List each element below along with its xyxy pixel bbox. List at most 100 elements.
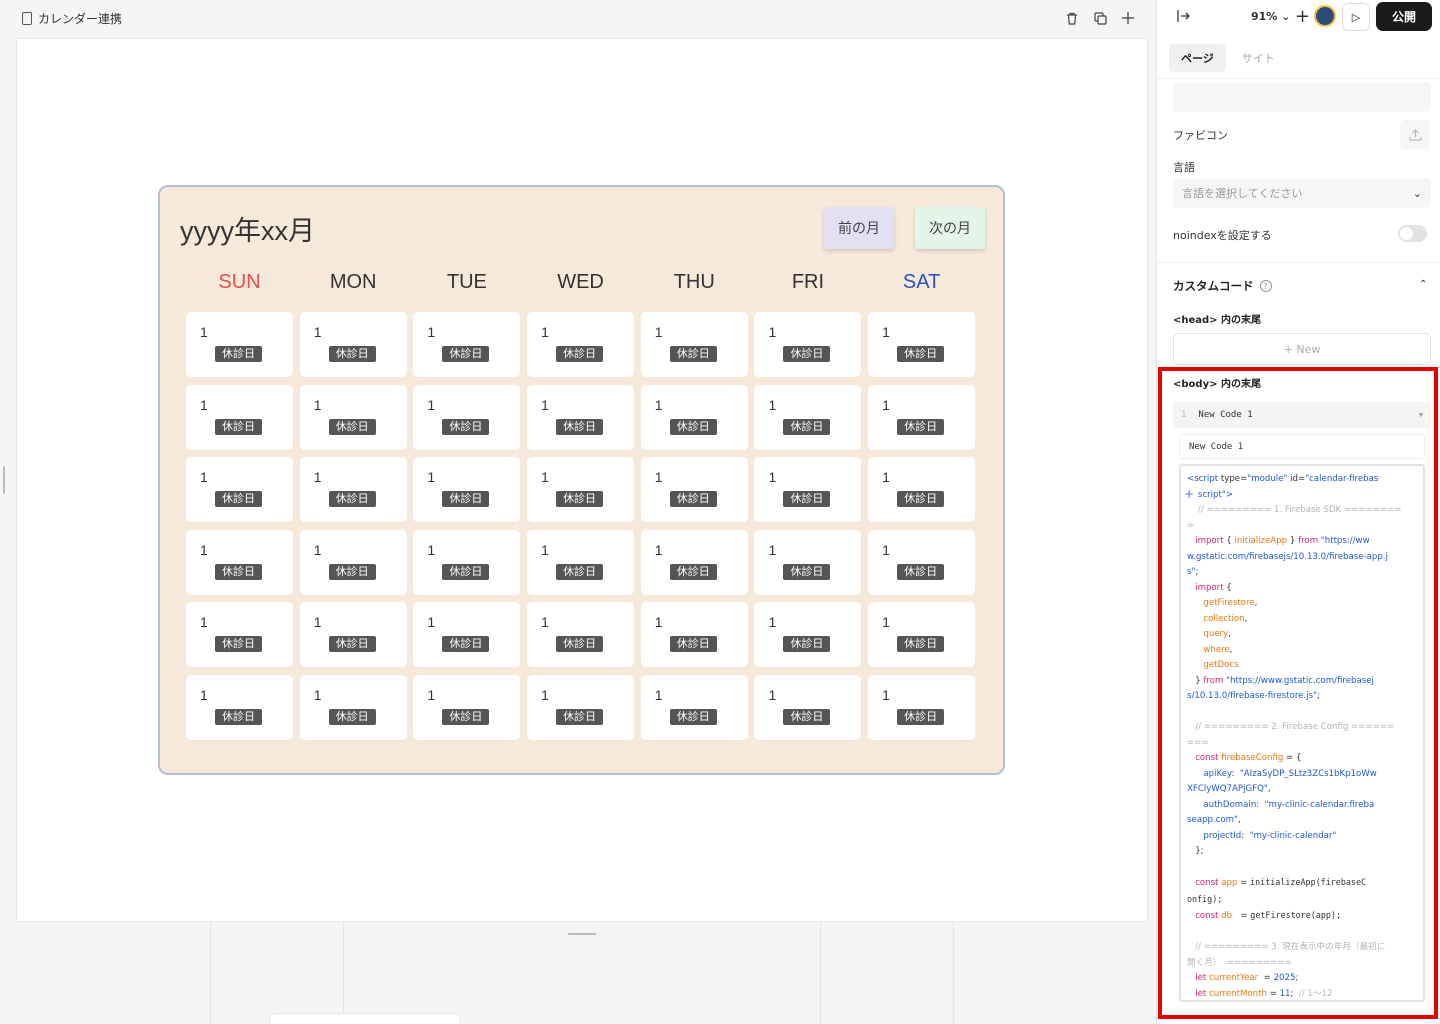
calendar-day-cell[interactable]: 1 休診日 [299,457,407,522]
calendar-day-cell[interactable]: 1 休診日 [186,457,293,522]
custom-code-title: カスタムコード ? [1173,278,1272,294]
calendar-day-cell[interactable]: 1 休診日 [413,529,521,595]
calendar-day-cell[interactable]: 1 休診日 [186,384,293,450]
calendar-day-cell[interactable]: 1 休診日 [299,312,407,377]
day-number: 1 [427,396,436,413]
page-label[interactable]: カレンダー連携 [22,10,122,27]
closed-badge: 休診日 [669,346,717,362]
day-number: 1 [654,541,663,558]
calendar-day-cell[interactable]: 1 休診日 [413,674,521,740]
calendar-day-cell[interactable]: 1 休診日 [754,384,862,450]
code-item-index: 1 [1181,410,1187,420]
closed-badge: 休診日 [783,708,831,725]
divider [1157,262,1440,263]
calendar-day-cell[interactable]: 1 休診日 [186,312,293,377]
day-number: 1 [882,396,890,413]
calendar-day-cell[interactable]: 1 休診日 [299,529,407,595]
day-number: 1 [541,469,549,485]
calendar-day-cell[interactable]: 1 休診日 [186,602,293,667]
closed-badge: 休診日 [215,491,262,507]
code-editor[interactable]: + <script type="module" id="calendar-fir… [1179,464,1425,1002]
calendar-day-cell[interactable]: 1 休診日 [527,674,635,740]
calendar-day-cell[interactable]: 1 休診日 [754,457,862,522]
calendar-day-cell[interactable]: 1 休診日 [868,602,976,667]
closed-badge: 休診日 [215,418,262,435]
day-number: 1 [541,541,549,558]
text-field[interactable] [1173,82,1431,112]
closed-badge: 休診日 [897,636,945,652]
preview-button[interactable]: ▷ [1342,3,1370,31]
language-select[interactable]: 言語を選択してください ⌄ [1173,178,1431,208]
calendar-day-cell[interactable]: 1 休診日 [868,674,976,740]
calendar-day-cell[interactable]: 1 休診日 [640,457,748,522]
code-line: s/10.13.0/firebase-firestore.js"; [1187,691,1320,701]
calendar: yyyy年xx月 前の月 次の月 SUN MON TUE WED THU FRI SAT 1… [158,185,1005,775]
calendar-day-cell[interactable]: 1 休診日 [640,312,748,377]
calendar-day-cell[interactable]: 1 休診日 [640,384,748,450]
code-item-name: New Code 1 [1198,410,1253,420]
calendar-day-cell[interactable]: 1 休診日 [413,384,521,450]
calendar-day-cell[interactable]: 1 休診日 [640,674,748,740]
day-number: 1 [882,541,890,558]
collapse-panel-icon[interactable] [1177,10,1191,26]
calendar-day-cell[interactable]: 1 休診日 [754,529,862,595]
day-number: 1 [313,541,322,558]
next-month-button[interactable]: 次の月 [915,207,985,249]
panel-toolbar: 91% ⌄ + ▷ 公開 [1157,0,1440,38]
calendar-day-cell[interactable]: 1 休診日 [413,602,521,667]
calendar-day-cell[interactable]: 1 休診日 [527,529,635,595]
duplicate-icon[interactable] [1092,9,1108,27]
calendar-day-cell[interactable]: 1 休診日 [186,529,293,595]
avatar[interactable] [1314,5,1336,27]
chevron-up-icon[interactable]: ⌃ [1419,279,1427,290]
day-number: 1 [654,324,663,340]
add-head-code-button[interactable]: + New [1173,333,1431,365]
calendar-day-cell[interactable]: 1 休診日 [868,312,976,377]
calendar-day-cell[interactable]: 1 休診日 [413,312,521,377]
day-number: 1 [200,324,208,340]
resize-handle-left[interactable] [3,466,5,494]
calendar-day-cell[interactable]: 1 休診日 [868,457,976,522]
calendar-day-cell[interactable]: 1 休診日 [527,312,635,377]
upload-icon[interactable] [1400,120,1430,150]
closed-badge: 休診日 [328,418,376,435]
calendar-day-cell[interactable]: 1 休診日 [413,457,521,522]
tab-site[interactable]: サイト [1230,44,1287,72]
code-line: } from "https://www.gstatic.com/firebase… [1187,675,1374,686]
calendar-day-cell[interactable]: 1 休診日 [299,602,407,667]
calendar-day-cell[interactable]: 1 休診日 [754,674,862,740]
calendar-day-cell[interactable]: 1 休診日 [299,384,407,450]
tab-page[interactable]: ページ [1169,44,1226,72]
calendar-day-cell[interactable]: 1 休診日 [186,674,293,740]
code-line: === [1187,737,1209,748]
add-collaborator-icon[interactable]: + [1295,6,1310,27]
calendar-day-cell[interactable]: 1 休診日 [640,602,748,667]
closed-badge: 休診日 [215,346,262,362]
weekday-thu: THU [673,271,715,293]
calendar-day-cell[interactable]: 1 休診日 [868,529,976,595]
calendar-day-cell[interactable]: 1 休診日 [754,602,862,667]
noindex-toggle[interactable] [1398,225,1427,242]
publish-button[interactable]: 公開 [1376,2,1432,31]
help-icon[interactable]: ? [1259,280,1272,292]
calendar-day-cell[interactable]: 1 休診日 [868,384,976,450]
add-line-icon[interactable]: + [1184,487,1194,501]
zoom-level[interactable]: 91% ⌄ [1251,10,1290,23]
resize-handle-bottom[interactable] [568,933,596,935]
prev-month-button[interactable]: 前の月 [824,207,894,249]
code-line: let currentMonth = 11; // 1〜12 [1195,988,1333,999]
day-number: 1 [313,324,322,340]
calendar-day-cell[interactable]: 1 休診日 [754,312,862,377]
trash-icon[interactable] [1064,9,1080,27]
calendar-day-cell[interactable]: 1 休診日 [527,457,635,522]
calendar-day-cell[interactable]: 1 休診日 [527,384,635,450]
add-icon[interactable] [1120,9,1136,27]
code-item-header[interactable]: 1 New Code 1 ▼ [1173,402,1431,428]
day-number: 1 [654,614,663,630]
calendar-day-cell[interactable]: 1 休診日 [640,529,748,595]
day-number: 1 [768,324,777,340]
calendar-day-cell[interactable]: 1 休診日 [527,602,635,667]
code-name-input[interactable] [1179,434,1425,459]
calendar-day-cell[interactable]: 1 休診日 [299,674,407,740]
